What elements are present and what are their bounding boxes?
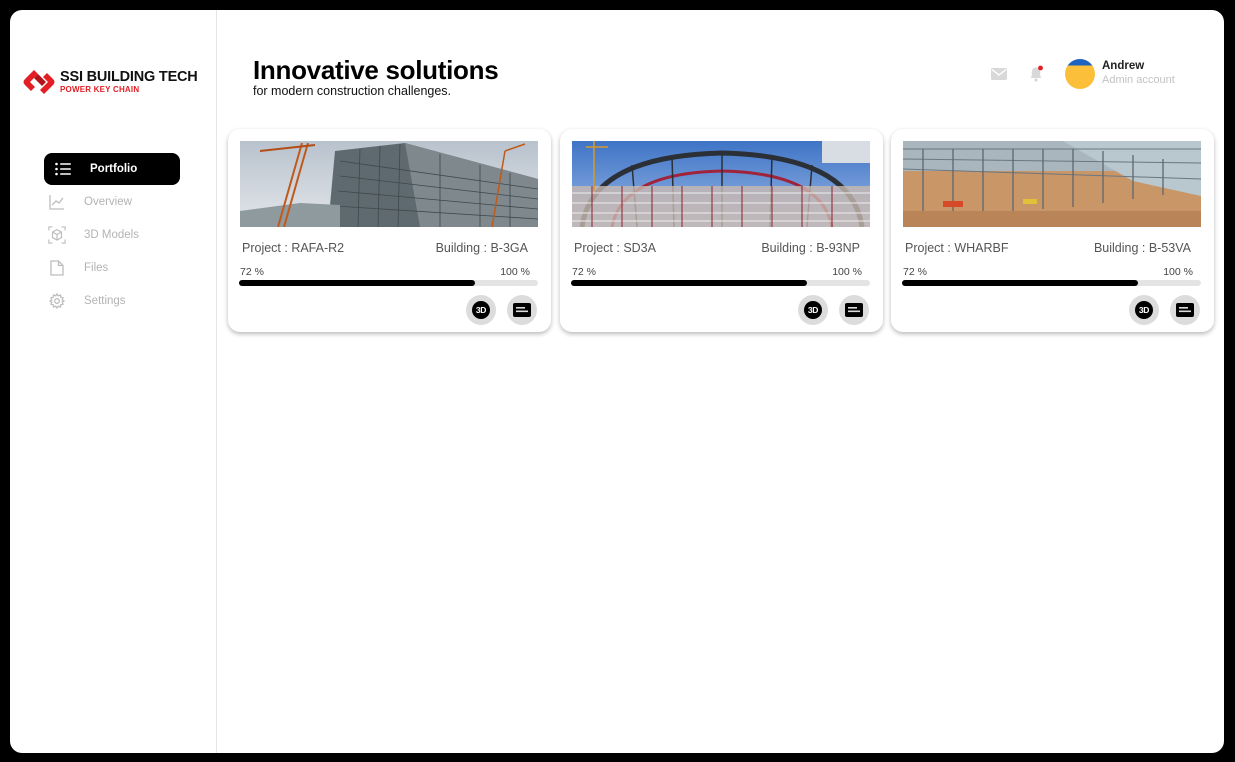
gear-icon	[48, 292, 66, 310]
project-name: Project : RAFA-R2	[242, 241, 345, 255]
building-name: Building : B-3GA	[435, 241, 528, 255]
notification-dot	[1038, 65, 1043, 71]
view-3d-button[interactable]: 3D	[798, 295, 828, 325]
project-card[interactable]: Project : WHARBF Building : B-53VA 72 % …	[891, 129, 1214, 332]
sidebar-item-overview[interactable]: Overview	[44, 186, 180, 218]
view-3d-button[interactable]: 3D	[466, 295, 496, 325]
progress-value: 72 %	[572, 266, 596, 278]
brand-title: SSI BUILDING TECH	[60, 68, 198, 85]
project-card[interactable]: Project : SD3A Building : B-93NP 72 % 10…	[560, 129, 883, 332]
progress-bar-fill	[902, 280, 1139, 286]
building-name: Building : B-93NP	[761, 241, 860, 255]
cube-icon	[48, 226, 66, 244]
progress-bar	[239, 280, 538, 286]
app-window: SSI BUILDING TECH POWER KEY CHAIN Portfo…	[10, 10, 1224, 753]
progress-bar	[571, 280, 870, 286]
document-icon	[1176, 303, 1194, 317]
progress-bar-fill	[239, 280, 476, 286]
details-button[interactable]	[839, 295, 869, 325]
sidebar-item-label: Settings	[84, 295, 126, 307]
page-subtitle: for modern construction challenges.	[253, 84, 452, 98]
avatar[interactable]	[1065, 59, 1095, 89]
3d-icon: 3D	[1135, 301, 1153, 319]
mail-icon[interactable]	[990, 65, 1008, 83]
sidebar-item-3d-models[interactable]: 3D Models	[44, 219, 180, 251]
list-icon	[54, 160, 72, 178]
user-role: Admin account	[1102, 74, 1175, 86]
progress-value: 72 %	[240, 266, 264, 278]
project-photo	[903, 141, 1201, 227]
details-button[interactable]	[1170, 295, 1200, 325]
project-photo	[240, 141, 538, 227]
sidebar-item-label: Files	[84, 262, 109, 274]
sidebar-item-label: Overview	[84, 196, 132, 208]
building-name: Building : B-53VA	[1093, 241, 1191, 255]
sidebar-nav: Portfolio Overview 3D Models Files Setti…	[44, 153, 180, 318]
header-actions	[990, 65, 1046, 83]
bell-icon[interactable]	[1028, 65, 1046, 83]
project-card[interactable]: Project : RAFA-R2 Building : B-3GA 72 % …	[228, 129, 551, 332]
3d-icon: 3D	[472, 301, 490, 319]
details-button[interactable]	[507, 295, 537, 325]
sidebar-item-settings[interactable]: Settings	[44, 285, 180, 317]
3d-icon: 3D	[804, 301, 822, 319]
sidebar-item-portfolio[interactable]: Portfolio	[44, 153, 180, 185]
user-name[interactable]: Andrew	[1102, 60, 1144, 72]
sidebar-item-files[interactable]: Files	[44, 252, 180, 284]
sidebar: SSI BUILDING TECH POWER KEY CHAIN Portfo…	[10, 10, 217, 753]
brand-subtitle: POWER KEY CHAIN	[60, 84, 140, 94]
progress-bar-fill	[571, 280, 808, 286]
progress-total: 100 %	[832, 266, 862, 278]
progress-total: 100 %	[1163, 266, 1193, 278]
sidebar-item-label: 3D Models	[84, 229, 139, 241]
file-icon	[48, 259, 66, 277]
logo-mark-icon	[23, 70, 55, 94]
document-icon	[845, 303, 863, 317]
project-photo	[572, 141, 870, 227]
progress-total: 100 %	[500, 266, 530, 278]
chart-icon	[48, 193, 66, 211]
progress-bar	[902, 280, 1201, 286]
page-title: Innovative solutions	[253, 55, 499, 85]
sidebar-item-label: Portfolio	[90, 163, 138, 175]
project-name: Project : WHARBF	[905, 241, 1009, 255]
view-3d-button[interactable]: 3D	[1129, 295, 1159, 325]
project-name: Project : SD3A	[574, 241, 656, 255]
document-icon	[513, 303, 531, 317]
progress-value: 72 %	[903, 266, 927, 278]
brand-logo[interactable]: SSI BUILDING TECH POWER KEY CHAIN	[22, 67, 198, 97]
